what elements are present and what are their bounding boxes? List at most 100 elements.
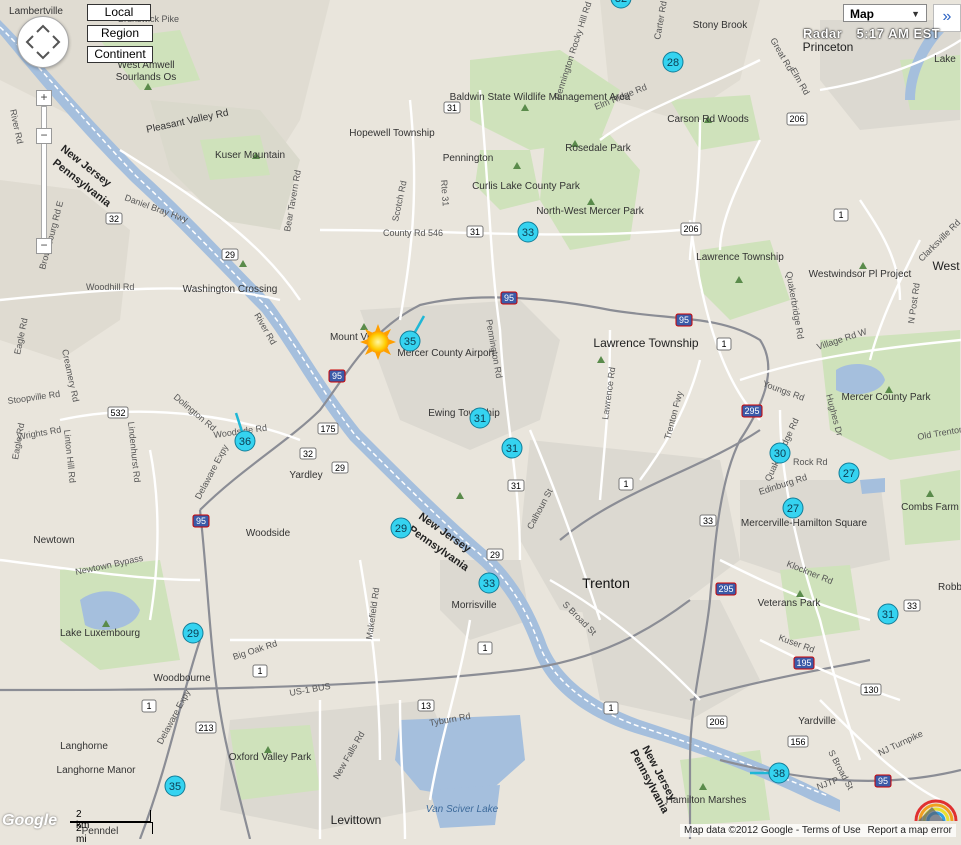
station-temperature: 30 (774, 448, 786, 460)
route-shield: 29 (221, 248, 239, 261)
report-error-link[interactable]: Report a map error (868, 825, 952, 836)
svg-text:13: 13 (421, 701, 431, 711)
sun-icon[interactable] (360, 324, 396, 360)
route-shield: 29 (486, 548, 504, 561)
place-label: Morrisville (452, 600, 497, 611)
map-footer: Map data ©2012 Google - Terms of Use Rep… (680, 824, 957, 837)
station-marker[interactable]: 33 (478, 572, 500, 594)
zoom-track[interactable] (41, 106, 47, 246)
svg-text:195: 195 (796, 658, 811, 668)
zoom-slider[interactable]: + − − (36, 90, 52, 260)
station-marker[interactable]: 29 (390, 517, 412, 539)
place-label: Robb (938, 582, 961, 593)
station-marker[interactable]: 31 (469, 407, 491, 429)
place-label: Van Sciver Lake (426, 804, 499, 815)
place-label: Sourlands Os (116, 72, 177, 83)
place-label: Veterans Park (758, 598, 822, 609)
place-label: Trenton (582, 575, 630, 591)
station-marker[interactable]: 35 (164, 775, 186, 797)
station-marker[interactable]: 27 (782, 497, 804, 519)
station-temperature: 33 (522, 227, 534, 239)
place-label: Levittown (331, 813, 382, 827)
station-marker[interactable]: 30 (769, 442, 791, 464)
station-temperature: 35 (404, 336, 416, 348)
route-shield: 130 (860, 683, 882, 696)
place-label: Mercer County Park (842, 392, 932, 403)
place-label: Newtown (33, 535, 74, 546)
station-temperature: 38 (773, 768, 785, 780)
route-shield: 1 (603, 701, 619, 715)
route-shield: 1 (833, 208, 849, 222)
svg-text:1: 1 (838, 210, 843, 220)
route-shield: 31 (466, 225, 484, 238)
place-label: Lawrence Township (696, 252, 784, 263)
svg-text:31: 31 (470, 227, 480, 237)
svg-text:532: 532 (110, 408, 125, 418)
route-shield: 31 (443, 101, 461, 114)
road-label: County Rd 546 (383, 228, 443, 238)
station-marker[interactable]: 29 (182, 622, 204, 644)
station-marker[interactable]: 31 (501, 437, 523, 459)
place-label: Pennington (443, 153, 494, 164)
zoom-thumb[interactable]: − (36, 128, 52, 144)
zoom-out-button[interactable]: − (36, 238, 52, 254)
station-marker[interactable]: 33 (517, 221, 539, 243)
route-shield: 295 (715, 582, 737, 596)
station-temperature: 31 (882, 609, 894, 621)
svg-text:32: 32 (303, 449, 313, 459)
continent-button[interactable]: Continent (87, 46, 153, 63)
route-shield: 29 (331, 461, 349, 474)
station-temperature: 29 (395, 523, 407, 535)
svg-text:95: 95 (679, 315, 689, 325)
terms-link[interactable]: Terms of Use (802, 825, 861, 836)
region-button[interactable]: Region (87, 25, 153, 42)
map-canvas[interactable]: Brunswick Pike Pennington Rocky Hill Rd … (0, 0, 961, 839)
radar-time: 5:17 AM EST (856, 26, 941, 41)
station-temperature: 31 (506, 443, 518, 455)
route-shield: 32 (105, 212, 123, 225)
local-button[interactable]: Local (87, 4, 151, 21)
place-label: Langhorne (60, 741, 108, 752)
station-temperature: 29 (187, 628, 199, 640)
station-temperature: 32 (615, 0, 627, 5)
svg-text:206: 206 (789, 114, 804, 124)
route-shield: 195 (793, 656, 815, 670)
map-type-select[interactable]: Map ▼ (843, 4, 927, 22)
station-temperature: 36 (239, 436, 251, 448)
google-logo[interactable]: Google (2, 812, 57, 830)
route-shield: 1 (477, 641, 493, 655)
place-label: Curlis Lake County Park (472, 181, 581, 192)
route-shield: 206 (680, 222, 702, 236)
place-label: West (932, 259, 960, 273)
place-label: Rosedale Park (565, 143, 632, 154)
place-label: Oxford Valley Park (229, 752, 313, 763)
station-marker[interactable]: 31 (877, 603, 899, 625)
svg-text:32: 32 (109, 214, 119, 224)
zoom-in-button[interactable]: + (36, 90, 52, 106)
place-label: Lambertville (9, 6, 63, 17)
svg-text:95: 95 (196, 516, 206, 526)
route-shield: 95 (328, 369, 346, 383)
svg-text:295: 295 (718, 584, 733, 594)
station-marker[interactable]: 27 (838, 462, 860, 484)
route-shield: 156 (787, 735, 809, 748)
route-shield: 95 (500, 291, 518, 305)
place-label: Yardville (798, 716, 836, 727)
route-shield: 1 (618, 477, 634, 491)
svg-text:31: 31 (511, 481, 521, 491)
rainbow-icon[interactable] (914, 797, 958, 821)
svg-text:29: 29 (335, 463, 345, 473)
svg-text:206: 206 (709, 717, 724, 727)
station-temperature: 28 (667, 57, 679, 69)
svg-text:95: 95 (504, 293, 514, 303)
map-type-label: Map (850, 7, 874, 21)
place-label: Westwindsor Pl Project (809, 269, 912, 280)
route-shield: 13 (417, 699, 435, 712)
radar-timestamp: Radar 5:17 AM EST (803, 26, 940, 41)
place-label: Lake Luxembourg (60, 628, 140, 639)
place-label: Langhorne Manor (57, 765, 137, 776)
svg-text:29: 29 (225, 250, 235, 260)
svg-text:206: 206 (683, 224, 698, 234)
pan-control[interactable] (17, 16, 69, 68)
station-marker[interactable]: 28 (662, 51, 684, 73)
